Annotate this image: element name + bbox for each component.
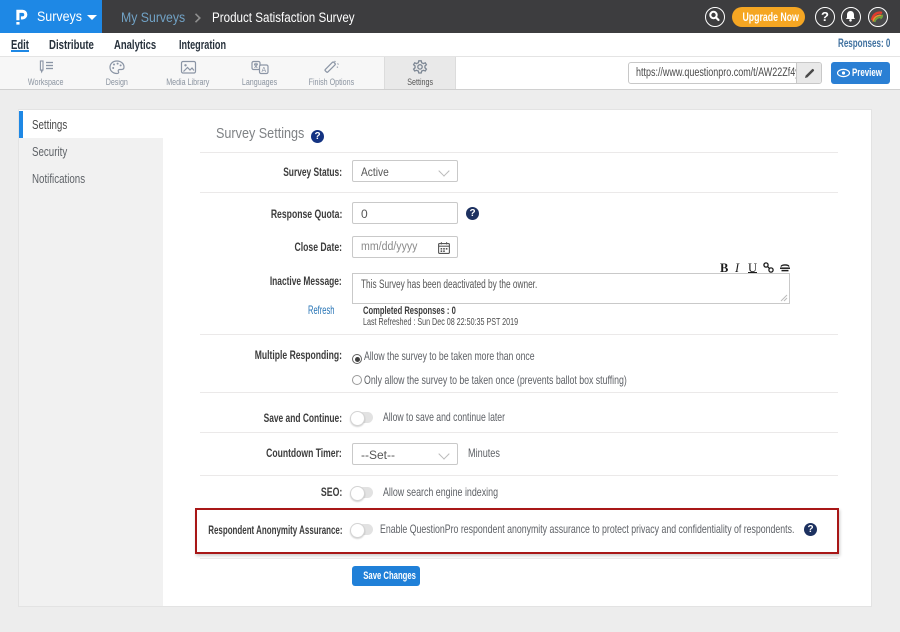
svg-text:A: A <box>261 67 266 74</box>
